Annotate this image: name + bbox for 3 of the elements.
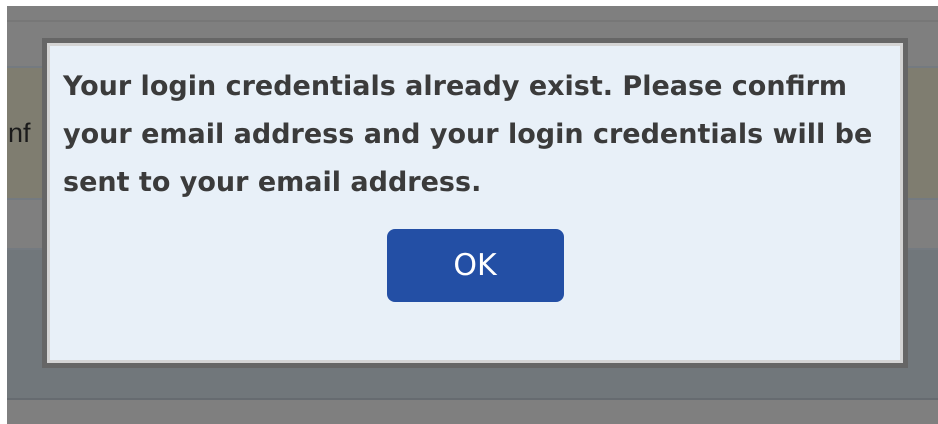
dialog-message: Your login credentials already exist. Please confirm your email address and your login credentials will be sent to your email address. xyxy=(63,70,874,200)
partial-label: nf xyxy=(8,118,31,148)
ok-button[interactable]: OK xyxy=(386,229,564,302)
